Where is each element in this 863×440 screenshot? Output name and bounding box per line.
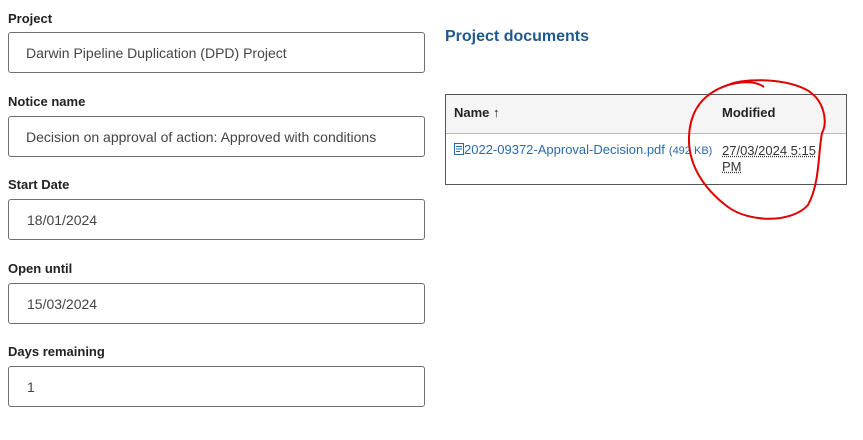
project-value: Darwin Pipeline Duplication (DPD) Projec… (26, 44, 287, 61)
notice-name-label: Notice name (8, 94, 86, 109)
modified-column-header[interactable]: Modified (722, 105, 775, 120)
documents-table: Name ↑ Modified 2022-09372-Approval-Deci… (445, 94, 847, 185)
document-link[interactable]: 2022-09372-Approval-Decision.pdf (492 KB) (454, 142, 712, 157)
open-until-field[interactable]: 15/03/2024 (8, 283, 425, 324)
documents-table-header: Name ↑ Modified (446, 95, 846, 134)
notice-name-value: Decision on approval of action: Approved… (26, 128, 377, 145)
open-until-label: Open until (8, 261, 73, 276)
project-documents-title: Project documents (445, 28, 590, 45)
open-until-value: 15/03/2024 (27, 295, 98, 312)
document-filename: 2022-09372-Approval-Decision.pdf (464, 142, 665, 157)
project-label: Project (8, 11, 53, 26)
page: Project Darwin Pipeline Duplication (DPD… (0, 0, 863, 440)
table-row: 2022-09372-Approval-Decision.pdf (492 KB)… (446, 133, 846, 184)
project-field[interactable]: Darwin Pipeline Duplication (DPD) Projec… (8, 32, 425, 73)
notice-name-field[interactable]: Decision on approval of action: Approved… (8, 116, 425, 157)
start-date-field[interactable]: 18/01/2024 (8, 199, 425, 240)
name-column-header[interactable]: Name ↑ (454, 105, 500, 120)
document-modified: 27/03/2024 5:15 PM (722, 143, 816, 174)
document-size: (492 KB) (668, 145, 713, 157)
days-remaining-value: 1 (27, 378, 35, 395)
start-date-label: Start Date (8, 177, 70, 192)
days-remaining-field[interactable]: 1 (8, 366, 425, 407)
tray-fragment (773, 430, 863, 440)
pdf-file-icon (454, 143, 464, 155)
start-date-value: 18/01/2024 (27, 211, 98, 228)
days-remaining-label: Days remaining (8, 344, 105, 359)
